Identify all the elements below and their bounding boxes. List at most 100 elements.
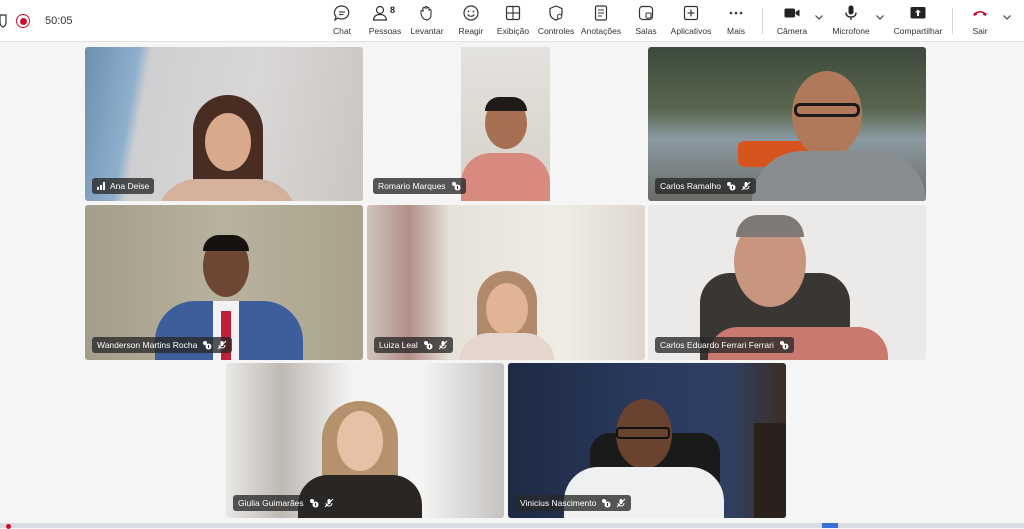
- apps-label: Aplicativos: [671, 26, 712, 36]
- video-tile[interactable]: Romario Marques: [366, 47, 646, 201]
- camera-options-chevron-down-icon[interactable]: [814, 13, 824, 21]
- controls-label: Controles: [538, 26, 574, 36]
- participant-name: Luiza Leal: [379, 340, 418, 350]
- video-tile[interactable]: Carlos Ramalho: [648, 47, 926, 201]
- participant-nameplate: Ana Deise: [92, 178, 154, 194]
- chat-icon: [333, 4, 351, 22]
- connection-info-icon: [726, 181, 736, 191]
- participant-name: Vinicius Nascimento: [520, 498, 596, 508]
- participant-video: [337, 411, 383, 471]
- participant-video: [203, 235, 249, 251]
- video-tile[interactable]: Wanderson Martins Rocha: [85, 205, 363, 360]
- connection-info-icon: [601, 498, 611, 508]
- react-button[interactable]: Reagir: [456, 4, 486, 38]
- notes-button[interactable]: Anotações: [581, 4, 621, 38]
- video-tile[interactable]: Ana Deise: [85, 47, 363, 201]
- participant-name: Carlos Ramalho: [660, 181, 721, 191]
- signal-strength-icon: [97, 182, 105, 190]
- participant-video: [486, 283, 528, 335]
- participant-video: [754, 423, 786, 518]
- share-button[interactable]: Compartilhar: [892, 4, 944, 38]
- connection-info-icon: [423, 340, 433, 350]
- people-icon: [371, 4, 389, 22]
- toolbar-left: 50:05: [0, 0, 73, 42]
- rooms-label: Salas: [635, 26, 656, 36]
- leave-icon: [971, 4, 989, 22]
- participant-nameplate: Giulia Guimarães: [233, 495, 339, 511]
- share-icon: [909, 4, 927, 22]
- participant-video: [459, 333, 555, 360]
- chat-button[interactable]: Chat: [328, 4, 356, 38]
- react-label: Reagir: [458, 26, 483, 36]
- participant-nameplate: Carlos Eduardo Ferrari Ferrari: [655, 337, 794, 353]
- notes-icon: [592, 4, 610, 22]
- apps-icon: [682, 4, 700, 22]
- participant-video: [485, 97, 527, 111]
- rooms-icon: [637, 4, 655, 22]
- share-label: Compartilhar: [894, 26, 943, 36]
- taskbar-strip: [0, 523, 1024, 528]
- meeting-toolbar: 50:05 Chat 8 Pessoas Levantar Reagir Exi…: [0, 0, 1024, 42]
- participant-name: Carlos Eduardo Ferrari Ferrari: [660, 340, 774, 350]
- participant-name: Ana Deise: [110, 181, 149, 191]
- participant-nameplate: Carlos Ramalho: [655, 178, 756, 194]
- participant-video: [736, 215, 804, 237]
- taskbar-app-icon: [822, 523, 838, 528]
- participant-name: Wanderson Martins Rocha: [97, 340, 197, 350]
- more-button[interactable]: Mais: [724, 4, 748, 38]
- mic-muted-icon: [438, 340, 448, 350]
- more-label: Mais: [727, 26, 745, 36]
- participant-nameplate: Romario Marques: [373, 178, 466, 194]
- toolbar-divider: [762, 8, 763, 34]
- meeting-timer: 50:05: [45, 15, 73, 27]
- view-label: Exibição: [497, 26, 529, 36]
- mic-muted-icon: [217, 340, 227, 350]
- connection-info-icon: [779, 340, 789, 350]
- participant-video: [616, 427, 670, 439]
- leave-label: Sair: [972, 26, 987, 36]
- mic-label: Microfone: [832, 26, 869, 36]
- toolbar-divider: [952, 8, 953, 34]
- raise-hand-label: Levantar: [410, 26, 443, 36]
- camera-icon: [783, 4, 801, 22]
- raise-hand-button[interactable]: Levantar: [410, 4, 444, 38]
- leave-options-chevron-down-icon[interactable]: [1002, 13, 1012, 21]
- video-tile[interactable]: Carlos Eduardo Ferrari Ferrari: [648, 205, 926, 360]
- participant-nameplate: Vinicius Nascimento: [515, 495, 631, 511]
- mic-options-chevron-down-icon[interactable]: [875, 13, 885, 21]
- participant-video: [461, 47, 550, 201]
- mic-button[interactable]: Microfone: [830, 4, 872, 38]
- notes-label: Anotações: [581, 26, 621, 36]
- participant-nameplate: Luiza Leal: [374, 337, 453, 353]
- raise-hand-icon: [418, 4, 436, 22]
- participant-video: [752, 151, 926, 201]
- people-label: Pessoas: [369, 26, 402, 36]
- view-button[interactable]: Exibição: [496, 4, 530, 38]
- react-icon: [462, 4, 480, 22]
- recording-indicator-icon: [16, 14, 30, 28]
- participant-video: [794, 103, 860, 117]
- view-icon: [504, 4, 522, 22]
- more-icon: [727, 4, 745, 22]
- participant-video: [461, 153, 550, 201]
- people-count-badge: 8: [390, 5, 395, 15]
- people-button[interactable]: 8 Pessoas: [368, 4, 402, 38]
- participant-name: Giulia Guimarães: [238, 498, 304, 508]
- video-tile[interactable]: Luiza Leal: [367, 205, 645, 360]
- video-tile[interactable]: Vinicius Nascimento: [508, 363, 786, 518]
- participant-video: [157, 179, 297, 201]
- leave-button[interactable]: Sair: [968, 4, 992, 38]
- chat-label: Chat: [333, 26, 351, 36]
- participant-video: [205, 113, 251, 171]
- rooms-button[interactable]: Salas: [632, 4, 660, 38]
- connection-info-icon: [309, 498, 319, 508]
- participant-nameplate: Wanderson Martins Rocha: [92, 337, 232, 353]
- mic-muted-icon: [616, 498, 626, 508]
- mic-icon: [842, 4, 860, 22]
- camera-label: Câmera: [777, 26, 807, 36]
- video-tile[interactable]: Giulia Guimarães: [226, 363, 504, 518]
- controls-button[interactable]: Controles: [538, 4, 574, 38]
- connection-info-icon: [202, 340, 212, 350]
- apps-button[interactable]: Aplicativos: [669, 4, 713, 38]
- camera-button[interactable]: Câmera: [776, 4, 808, 38]
